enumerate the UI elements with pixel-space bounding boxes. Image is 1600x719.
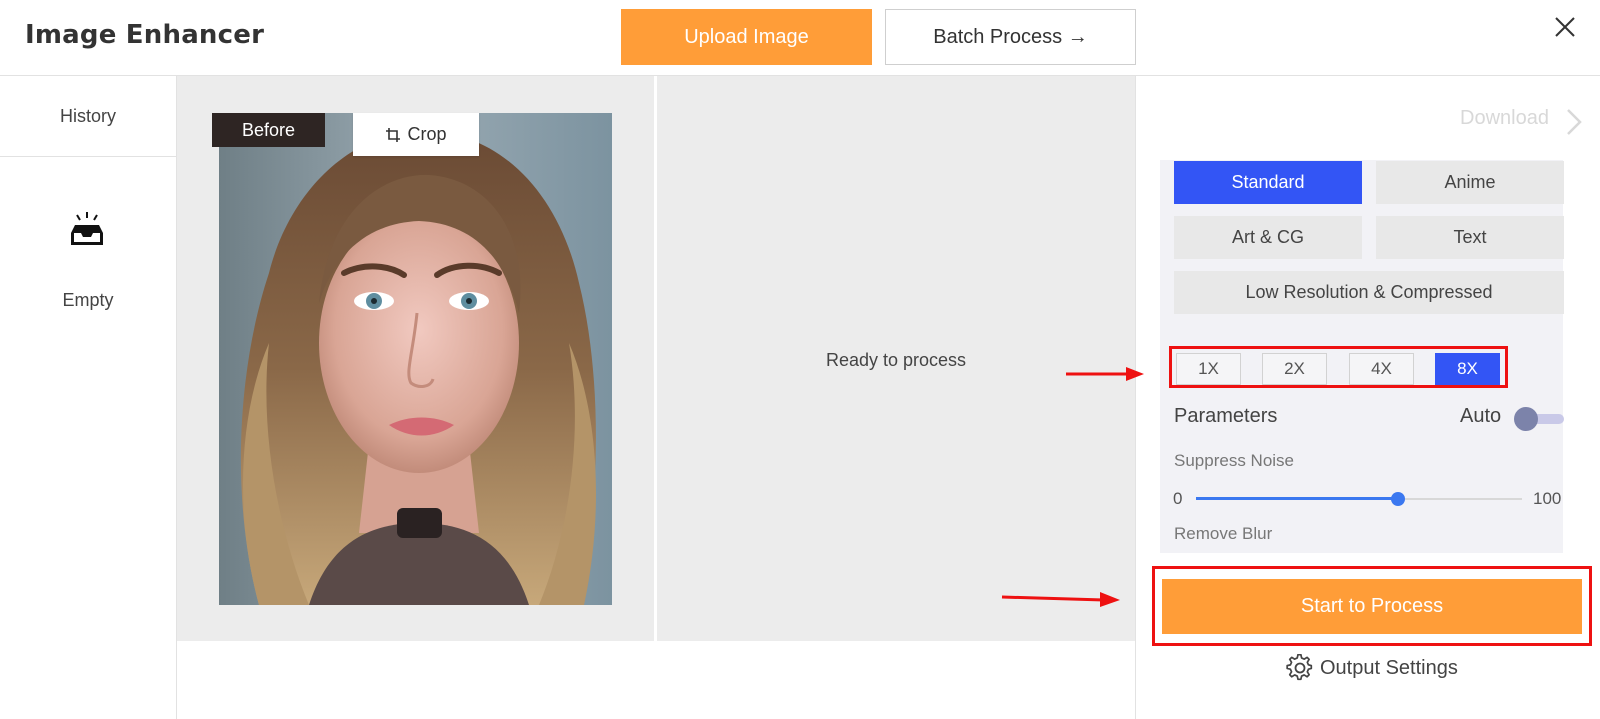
history-sidebar: History Empty xyxy=(0,76,177,719)
arrow-right-icon xyxy=(1001,592,1120,607)
download-button[interactable]: Download xyxy=(1460,107,1549,130)
app-header: Image Enhancer Upload Image Batch Proces… xyxy=(0,0,1600,76)
suppress-noise-label: Suppress Noise xyxy=(1174,451,1295,470)
panel-divider xyxy=(1135,76,1136,719)
auto-label: Auto xyxy=(1460,405,1502,427)
mode-text-button[interactable]: Text xyxy=(1376,216,1564,259)
output-settings-label: Output Settings xyxy=(1320,656,1458,679)
batch-process-button[interactable]: Batch Process → xyxy=(885,9,1136,65)
scale-8x-button[interactable]: 8X xyxy=(1435,353,1500,385)
slider-fill xyxy=(1196,497,1399,500)
mode-low-resolution-button[interactable]: Low Resolution & Compressed xyxy=(1174,271,1564,314)
scale-1x-button[interactable]: 1X xyxy=(1176,353,1241,385)
auto-toggle-knob xyxy=(1514,407,1538,431)
mode-standard-button[interactable]: Standard xyxy=(1174,161,1362,204)
start-to-process-button[interactable]: Start to Process xyxy=(1162,579,1582,634)
source-portrait-image xyxy=(219,113,612,605)
mode-art-cg-button[interactable]: Art & CG xyxy=(1174,216,1362,259)
auto-toggle[interactable] xyxy=(1514,407,1564,431)
remove-blur-label: Remove Blur xyxy=(1174,524,1273,543)
scale-4x-button[interactable]: 4X xyxy=(1349,353,1414,385)
app-title: Image Enhancer xyxy=(25,20,265,50)
parameters-label: Parameters xyxy=(1174,405,1278,427)
upload-image-button[interactable]: Upload Image xyxy=(621,9,872,65)
mode-anime-button[interactable]: Anime xyxy=(1376,161,1564,204)
preview-footer xyxy=(177,641,1135,719)
inbox-icon xyxy=(71,212,103,245)
output-settings-button[interactable]: Output Settings xyxy=(1286,653,1458,683)
crop-button-label: Crop xyxy=(407,124,447,144)
crop-button[interactable]: Crop xyxy=(353,113,479,156)
chevron-right-icon[interactable] xyxy=(1566,108,1582,136)
slider-thumb[interactable] xyxy=(1391,492,1406,506)
before-label: Before xyxy=(212,113,325,147)
scale-2x-button[interactable]: 2X xyxy=(1262,353,1327,385)
history-tab[interactable]: History xyxy=(0,76,176,157)
crop-icon xyxy=(386,127,401,142)
suppress-noise-slider[interactable] xyxy=(1196,488,1522,510)
history-empty-label: Empty xyxy=(62,290,114,310)
suppress-noise-min: 0 xyxy=(1173,489,1183,508)
close-icon[interactable] xyxy=(1550,12,1580,42)
gear-icon xyxy=(1286,654,1313,681)
suppress-noise-max: 100 xyxy=(1533,489,1562,508)
arrow-right-icon xyxy=(1066,367,1144,381)
